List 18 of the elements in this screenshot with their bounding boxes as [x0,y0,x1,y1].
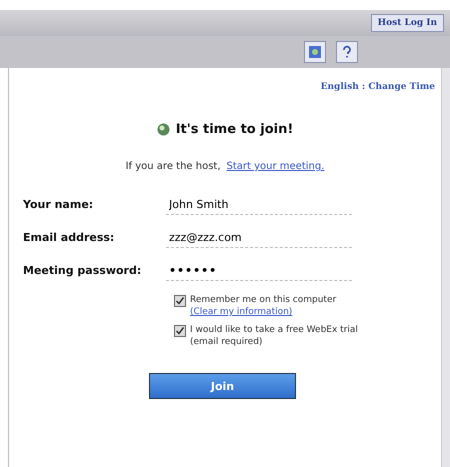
option-note: (email required) [190,337,262,347]
option-label: I would like to take a free WebEx trial [190,325,358,335]
host-text: If you are the host, [126,161,221,172]
field-label: Meeting password: [23,264,142,277]
checkbox[interactable] [174,325,186,337]
scrollbar[interactable] [441,68,450,467]
page-title: It's time to join! [176,122,294,137]
help-icon[interactable] [336,41,358,63]
field-label: Email address: [23,231,116,244]
option-label: Remember me on this computer [190,295,336,305]
start-meeting-link[interactable]: Start your meeting. [226,161,324,172]
join-button[interactable]: Join [149,373,296,399]
clear-info-link[interactable]: (Clear my information) [190,307,292,317]
globe-icon [156,123,170,136]
host-login-button[interactable]: Host Log In [370,14,444,32]
field-label: Your name: [23,198,94,211]
language-time-link[interactable]: English : Change Time [320,82,435,92]
checkbox[interactable] [174,295,186,307]
